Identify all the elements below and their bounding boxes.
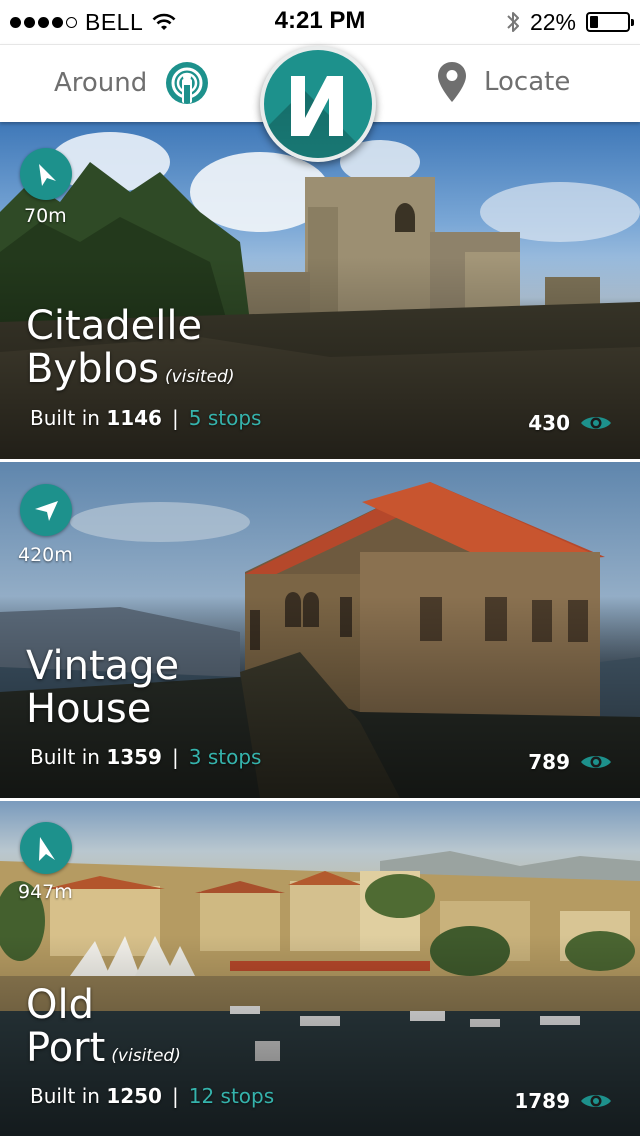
separator: | — [171, 1084, 179, 1108]
built-label: Built in — [30, 406, 100, 430]
view-count-value: 789 — [528, 750, 570, 774]
direction-badge — [20, 148, 72, 200]
separator: | — [171, 745, 179, 769]
locate-label: Locate — [484, 67, 571, 97]
direction-badge — [20, 822, 72, 874]
status-bar: BELL 4:21 PM 22% — [0, 0, 640, 44]
place-title-line2: House — [26, 686, 152, 732]
place-title-line2: Byblos — [26, 346, 159, 392]
around-icon — [166, 62, 209, 104]
status-right: 22% — [506, 8, 634, 36]
stops-count[interactable]: 3 stops — [189, 745, 262, 769]
place-meta: Built in 1146 | 5 stops — [30, 406, 261, 430]
view-count-value: 1789 — [514, 1089, 570, 1113]
view-count: 430 — [528, 411, 612, 435]
direction-arrow-icon — [39, 837, 55, 861]
place-meta: Built in 1250 | 12 stops — [30, 1084, 274, 1108]
around-label: Around — [54, 68, 148, 98]
direction-badge — [20, 484, 72, 536]
app-logo-icon — [291, 76, 343, 136]
separator: | — [171, 406, 179, 430]
place-title-line2-row: Port (visited) — [26, 1027, 181, 1078]
built-year: 1250 — [106, 1084, 162, 1108]
place-title-line2: Port — [26, 1025, 106, 1071]
bluetooth-icon — [507, 12, 519, 32]
built-year: 1146 — [106, 406, 162, 430]
built-year: 1359 — [106, 745, 162, 769]
stops-count[interactable]: 12 stops — [189, 1084, 274, 1108]
eye-icon — [581, 417, 611, 429]
place-title: Vintage House — [26, 645, 179, 731]
place-title-line1: Vintage — [26, 643, 180, 689]
around-button[interactable]: Around — [54, 61, 209, 105]
place-title: Old Port (visited) — [26, 984, 181, 1078]
stops-count[interactable]: 5 stops — [189, 406, 262, 430]
view-count-value: 430 — [528, 411, 570, 435]
battery-level — [590, 16, 598, 28]
direction-arrow-icon — [39, 164, 56, 186]
battery-icon — [586, 12, 634, 32]
battery-percent: 22% — [529, 8, 576, 35]
view-count: 1789 — [514, 1089, 612, 1113]
location-pin-icon — [438, 62, 466, 102]
eye-icon — [581, 756, 611, 768]
place-meta: Built in 1359 | 3 stops — [30, 745, 261, 769]
place-card-old-port[interactable]: 947m Old Port (visited) Built in 1250 | 12 … — [0, 801, 640, 1136]
distance-label: 420m — [18, 544, 73, 566]
view-count: 789 — [528, 750, 612, 774]
eye-icon — [581, 1095, 611, 1107]
place-title-line1: Old — [26, 982, 94, 1028]
place-title: Citadelle Byblos (visited) — [26, 305, 234, 399]
place-card-citadelle-byblos[interactable]: 70m Citadelle Byblos (visited) Built in 1… — [0, 122, 640, 459]
app-logo-button[interactable] — [260, 46, 376, 162]
direction-arrow-icon — [35, 501, 58, 521]
place-card-vintage-house[interactable]: 420m Vintage House Built in 1359 | 3 stops… — [0, 462, 640, 798]
place-title-line1: Citadelle — [26, 303, 203, 349]
place-title-line2-row: Byblos (visited) — [26, 348, 234, 399]
visited-label: (visited) — [111, 1046, 181, 1066]
distance-label: 70m — [24, 205, 67, 227]
built-label: Built in — [30, 1084, 100, 1108]
distance-label: 947m — [18, 881, 73, 903]
locate-button[interactable]: Locate — [436, 61, 570, 103]
visited-label: (visited) — [164, 367, 235, 387]
place-title-line2-row: House — [26, 688, 179, 731]
built-label: Built in — [30, 745, 100, 769]
